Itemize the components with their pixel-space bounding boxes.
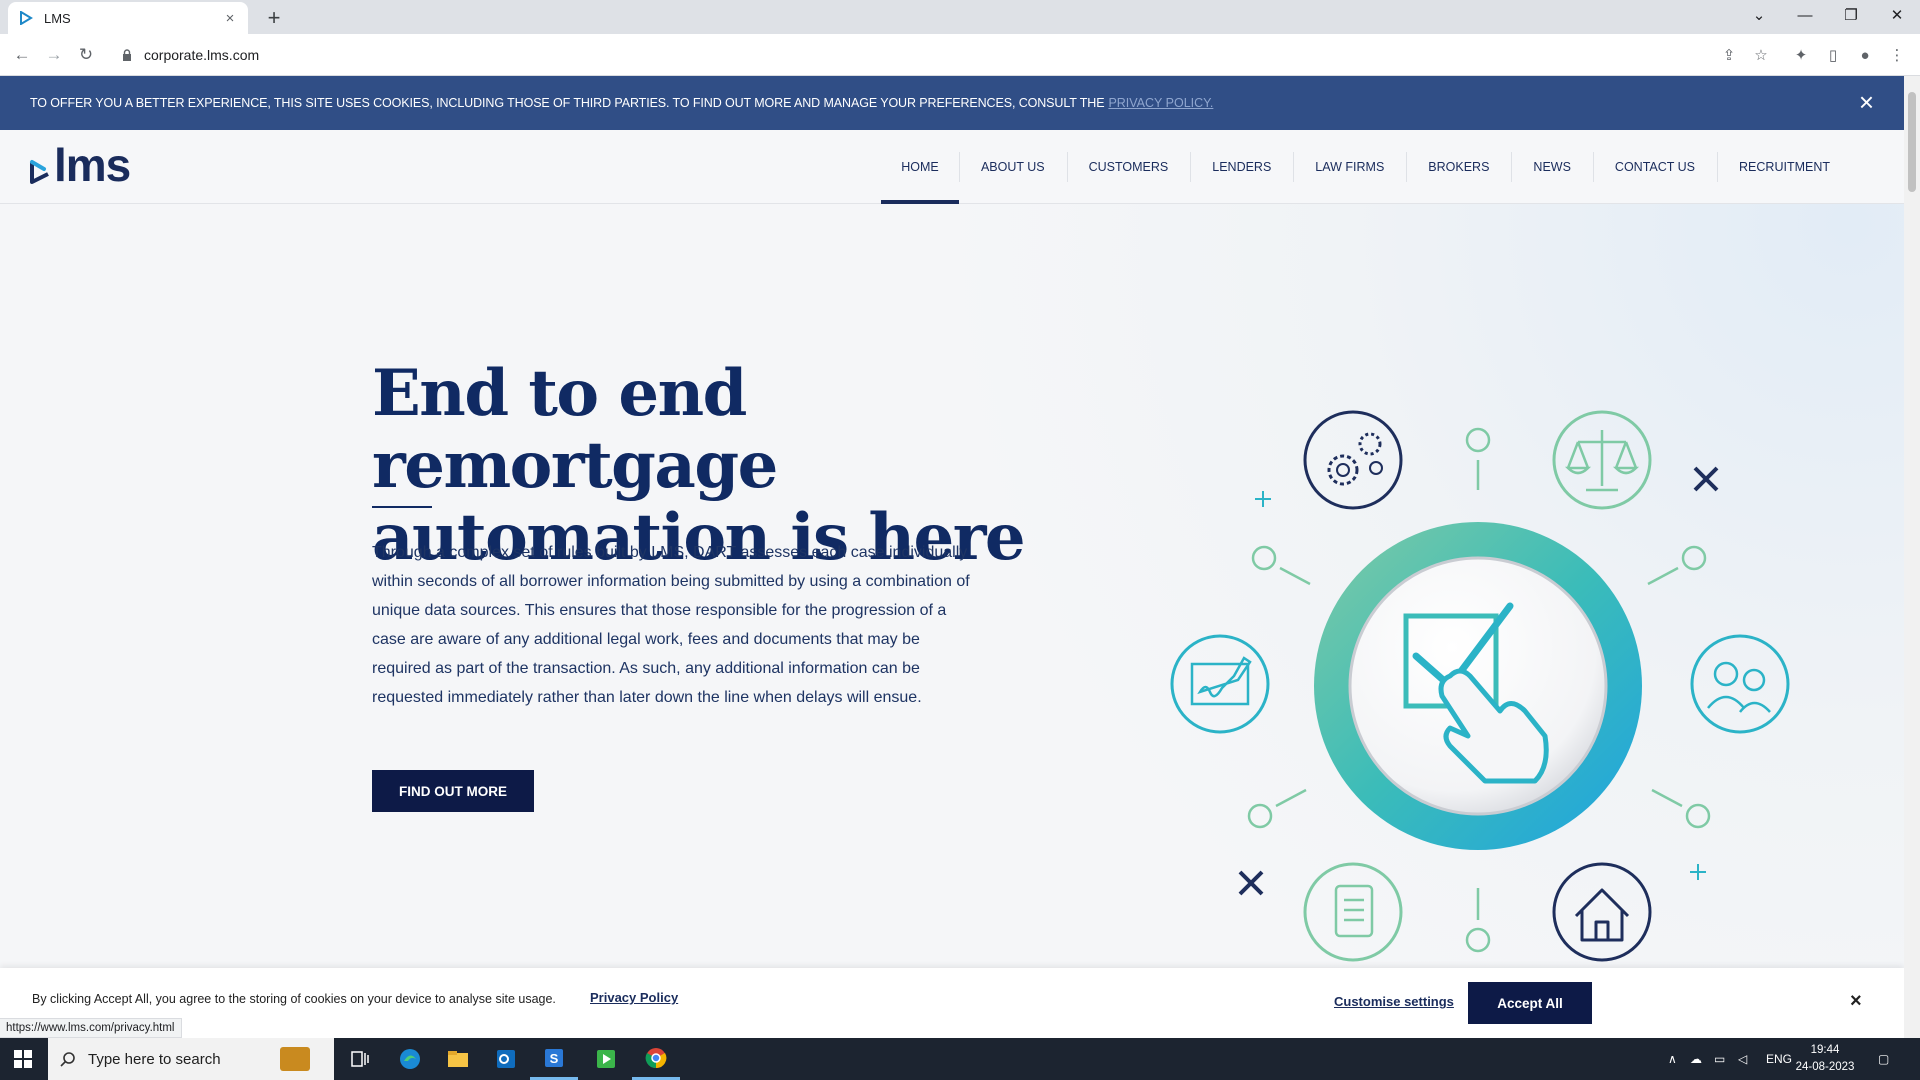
nav-news[interactable]: NEWS	[1511, 130, 1593, 204]
windows-taskbar: Type here to search S ∧ ☁ ▭ ◁ ENG 19:44 …	[0, 1038, 1920, 1080]
profile-icon[interactable]: ●	[1854, 44, 1876, 66]
network-icon[interactable]: ▭	[1714, 1038, 1725, 1080]
tab-close-icon[interactable]: ×	[222, 10, 238, 27]
search-highlight-icon	[280, 1047, 310, 1071]
house-icon	[1552, 862, 1652, 962]
cookie-consent-banner: By clicking Accept All, you agree to the…	[0, 968, 1904, 1038]
customise-settings-link[interactable]: Customise settings	[1334, 994, 1454, 1009]
volume-icon[interactable]: ◁	[1738, 1038, 1747, 1080]
onedrive-icon[interactable]: ☁	[1690, 1038, 1702, 1080]
lock-icon	[120, 48, 134, 62]
clock-time: 19:44	[1810, 1044, 1840, 1056]
bookmark-star-icon[interactable]: ☆	[1750, 44, 1772, 66]
share-icon[interactable]: ⇪	[1718, 44, 1740, 66]
privacy-policy-link[interactable]: PRIVACY POLICY.	[1108, 96, 1213, 110]
address-bar[interactable]: corporate.lms.com	[110, 40, 1790, 70]
cookie-consent-text: By clicking Accept All, you agree to the…	[32, 992, 556, 1006]
close-consent-icon[interactable]: ×	[1850, 990, 1862, 1013]
nav-contact-us[interactable]: CONTACT US	[1592, 130, 1717, 204]
headline-divider	[372, 506, 432, 508]
logo-text: lms	[54, 139, 131, 191]
taskbar-search-box[interactable]: Type here to search	[48, 1038, 334, 1080]
nav-lenders[interactable]: LENDERS	[1190, 130, 1293, 204]
nav-recruitment[interactable]: RECRUITMENT	[1717, 130, 1852, 204]
app-s-icon[interactable]: S	[530, 1038, 578, 1080]
outlook-icon[interactable]	[482, 1038, 530, 1080]
central-hand-check-icon	[1314, 522, 1642, 850]
scales-of-justice-icon	[1552, 410, 1652, 510]
file-explorer-icon[interactable]	[434, 1038, 482, 1080]
back-icon[interactable]: ←	[8, 42, 36, 68]
side-panel-icon[interactable]: ▯	[1822, 44, 1844, 66]
url-text: corporate.lms.com	[144, 47, 260, 63]
people-icon	[1690, 634, 1790, 734]
edge-browser-icon[interactable]	[386, 1038, 434, 1080]
lms-logo[interactable]: lms	[28, 139, 131, 191]
restore-icon[interactable]: ❐	[1828, 0, 1874, 30]
nav-brokers[interactable]: BROKERS	[1406, 130, 1511, 204]
nav-law-firms[interactable]: LAW FIRMS	[1293, 130, 1406, 204]
lms-favicon-icon	[18, 10, 34, 26]
taskbar-clock[interactable]: 19:44 24-08-2023	[1790, 1042, 1860, 1076]
status-bar-url: https://www.lms.com/privacy.html	[0, 1018, 182, 1038]
headline-line-1: End to end remortgage	[372, 356, 778, 503]
chrome-icon[interactable]	[632, 1038, 680, 1080]
close-window-icon[interactable]: ✕	[1874, 0, 1920, 30]
tab-title: LMS	[44, 10, 71, 26]
tab-search-icon[interactable]: ⌄	[1736, 0, 1782, 30]
automation-illustration	[1170, 410, 1790, 962]
nav-about-us[interactable]: ABOUT US	[958, 130, 1067, 204]
cookie-notice-text: TO OFFER YOU A BETTER EXPERIENCE, THIS S…	[30, 96, 1105, 110]
nav-customers[interactable]: CUSTOMERS	[1066, 130, 1191, 204]
search-placeholder: Type here to search	[88, 1050, 221, 1068]
minimize-icon[interactable]: —	[1782, 0, 1828, 30]
browser-tab-strip: LMS × + ⌄ — ❐ ✕	[0, 0, 1920, 34]
tray-overflow-icon[interactable]: ∧	[1668, 1038, 1677, 1080]
logo-play-icon	[30, 160, 49, 184]
signature-pen-icon	[1170, 634, 1270, 734]
hero-body-text: Through a complex set of rules built by …	[372, 544, 970, 706]
forward-icon[interactable]: →	[40, 42, 68, 68]
privacy-policy-link-bottom[interactable]: Privacy Policy	[590, 990, 678, 1005]
page-scrollbar[interactable]	[1904, 76, 1920, 1038]
task-view-icon[interactable]	[336, 1038, 384, 1080]
cookie-notice-bar: TO OFFER YOU A BETTER EXPERIENCE, THIS S…	[0, 76, 1904, 130]
clock-date: 24-08-2023	[1795, 1061, 1855, 1073]
new-tab-button[interactable]: +	[260, 4, 288, 32]
main-navigation: HOME ABOUT US CUSTOMERS LENDERS LAW FIRM…	[880, 130, 1852, 204]
notifications-icon[interactable]: ▢	[1878, 1038, 1889, 1080]
nav-home[interactable]: HOME	[880, 130, 959, 204]
browser-tab[interactable]: LMS ×	[8, 2, 248, 34]
gears-icon	[1303, 410, 1403, 510]
language-indicator[interactable]: ENG	[1766, 1038, 1792, 1080]
close-cookie-notice-icon[interactable]: ×	[1859, 89, 1874, 115]
windows-start-icon[interactable]	[0, 1038, 46, 1080]
accept-all-button[interactable]: Accept All	[1468, 982, 1592, 1024]
menu-icon[interactable]: ⋮	[1886, 44, 1908, 66]
find-out-more-button[interactable]: FIND OUT MORE	[372, 770, 534, 812]
site-header: lms HOME ABOUT US CUSTOMERS LENDERS LAW …	[0, 130, 1904, 204]
reload-icon[interactable]: ↻	[72, 42, 100, 68]
extensions-icon[interactable]: ✦	[1790, 44, 1812, 66]
scrollbar-thumb[interactable]	[1908, 92, 1916, 192]
svg-text:S: S	[550, 1051, 559, 1066]
page-viewport: TO OFFER YOU A BETTER EXPERIENCE, THIS S…	[0, 76, 1904, 1038]
search-icon	[60, 1052, 75, 1067]
document-scroll-icon	[1303, 862, 1403, 962]
media-player-icon[interactable]	[582, 1038, 630, 1080]
browser-toolbar: ← → ↻ corporate.lms.com ⇪ ☆ ✦ ▯ ● ⋮	[0, 34, 1920, 76]
